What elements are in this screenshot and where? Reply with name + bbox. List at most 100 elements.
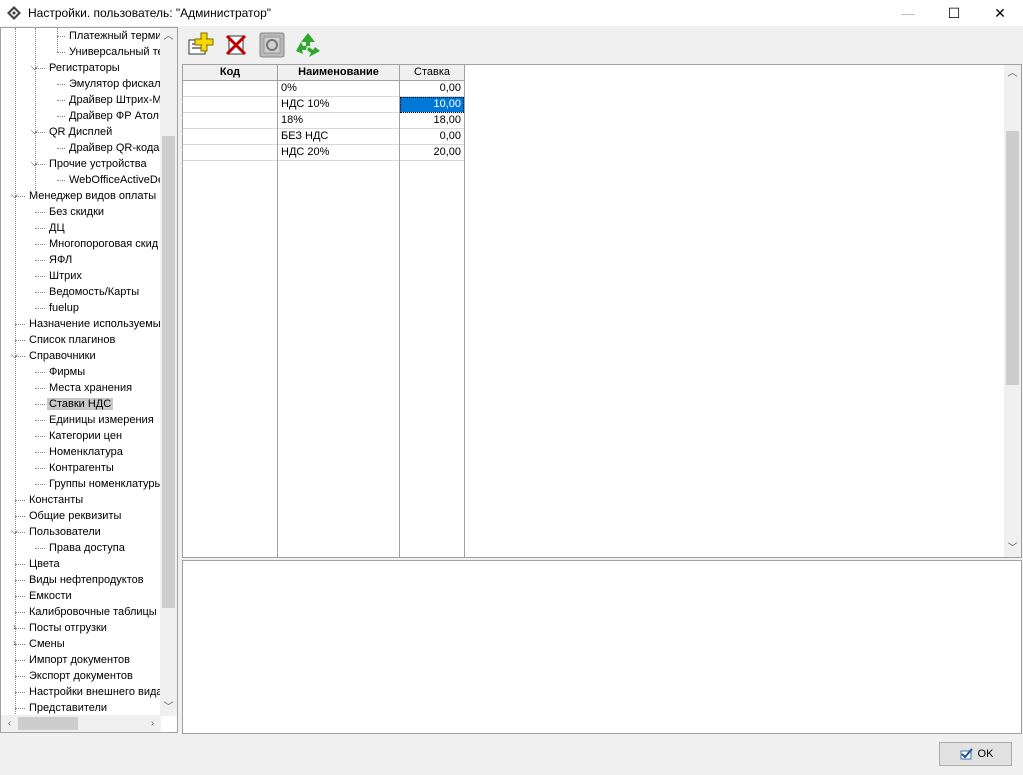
edit-record-button[interactable] <box>254 28 290 62</box>
grid-cell-code[interactable] <box>183 129 277 145</box>
grid-cell-code[interactable] <box>183 113 277 129</box>
column-header[interactable]: Наименование <box>278 65 400 81</box>
scroll-up-icon[interactable]: ︿ <box>160 28 177 45</box>
tree-item[interactable]: Ставки НДС <box>47 396 114 412</box>
tree-item[interactable]: Платежный терми <box>67 28 161 44</box>
tree-item-label: Настройки внешнего вида <box>29 686 161 698</box>
tree-connector <box>57 148 65 149</box>
tree-item[interactable]: fuelup <box>47 300 81 316</box>
tree-item[interactable]: Калибровочные таблицы <box>27 604 159 620</box>
scrollbar-thumb[interactable] <box>18 717 78 730</box>
tree-item-label: Менеджер видов оплаты <box>29 190 157 202</box>
tree-item[interactable]: Места хранения <box>47 380 134 396</box>
tree-item[interactable]: Назначение используемых <box>27 316 161 332</box>
scroll-down-icon[interactable]: ﹀ <box>1004 540 1021 557</box>
tree-vertical-scrollbar[interactable]: ︿ ﹀ <box>160 28 177 716</box>
tree-item[interactable]: Фирмы <box>47 364 87 380</box>
tree-item[interactable]: Драйвер Штрих-М <box>67 92 161 108</box>
tree-item[interactable]: Емкости <box>27 588 74 604</box>
tree-item[interactable]: Экспорт документов <box>27 668 135 684</box>
tree-item[interactable]: Посты отгрузки <box>27 620 109 636</box>
grid-cell-rate[interactable]: 0,00 <box>400 129 464 145</box>
tree-item[interactable]: Справочники <box>27 348 98 364</box>
tree-item[interactable]: Права доступа <box>47 540 127 556</box>
tree-item[interactable]: Прочие устройства <box>47 156 149 172</box>
scroll-right-icon[interactable]: › <box>144 715 161 732</box>
grid-cell-name[interactable]: НДС 10% <box>278 97 399 113</box>
tree-connector <box>35 292 45 293</box>
tree-item[interactable]: Контрагенты <box>47 460 116 476</box>
scrollbar-thumb[interactable] <box>1006 131 1019 385</box>
tree-item[interactable]: Без скидки <box>47 204 106 220</box>
tree-item[interactable]: Драйвер QR-кода <box>67 140 161 156</box>
tree-item[interactable]: Номенклатура <box>47 444 125 460</box>
delete-record-button[interactable] <box>218 28 254 62</box>
ok-button[interactable]: OK <box>939 742 1012 766</box>
tree-horizontal-scrollbar[interactable]: ‹ › <box>1 715 161 732</box>
add-record-button[interactable] <box>182 28 218 62</box>
tree-item[interactable]: Константы <box>27 492 85 508</box>
tree-item-label: Права доступа <box>49 542 125 554</box>
maximize-button[interactable]: ☐ <box>931 0 977 26</box>
tree-item[interactable]: Импорт документов <box>27 652 132 668</box>
tree-item[interactable]: Список плагинов <box>27 332 117 348</box>
grid-vertical-scrollbar[interactable]: ︿ ﹀ <box>1004 65 1021 557</box>
tree-item[interactable]: Категории цен <box>47 428 124 444</box>
grid-cell-rate[interactable]: 10,00 <box>400 97 464 113</box>
tree-item[interactable]: QR Дисплей <box>47 124 114 140</box>
tree-item[interactable]: Представители <box>27 700 109 716</box>
tree-connector <box>15 28 16 716</box>
vat-rates-grid[interactable]: ︿ ﹀ Код Наименование Ставка 0% 0,00 НДС 10% 10… <box>182 64 1022 558</box>
scroll-left-icon[interactable]: ‹ <box>1 715 18 732</box>
grid-cell-code[interactable] <box>183 81 277 97</box>
tree-item[interactable]: Эмулятор фискаль <box>67 76 161 92</box>
tree-item[interactable]: Регистраторы <box>47 60 122 76</box>
tree-item[interactable]: Менеджер видов оплаты <box>27 188 158 204</box>
tree-item[interactable]: Штрих <box>47 268 84 284</box>
tree-item[interactable]: Цвета <box>27 556 62 572</box>
grid-cell-rate[interactable]: 18,00 <box>400 113 464 129</box>
column-header[interactable]: Ставка <box>400 65 465 81</box>
tree-item-label: fuelup <box>49 302 79 314</box>
grid-cell-code[interactable] <box>183 145 277 161</box>
tree-item[interactable]: Драйвер ФР Атол <box>67 108 161 124</box>
tree-connector <box>35 436 45 437</box>
tree-item[interactable]: Пользователи <box>27 524 103 540</box>
tree-item[interactable]: Настройки внешнего вида <box>27 684 161 700</box>
tree-item-label: Константы <box>29 494 84 506</box>
tree-item[interactable]: WebOfficeActiveDe <box>67 172 161 188</box>
tree-item[interactable]: Ведомость/Карты <box>47 284 141 300</box>
scroll-down-icon[interactable]: ﹀ <box>160 699 177 716</box>
tree-item[interactable]: Многопороговая скид <box>47 236 160 252</box>
tree-item[interactable]: Группы номенклатуры <box>47 476 161 492</box>
tree-item[interactable]: Единицы измерения <box>47 412 156 428</box>
grid-cell-code[interactable] <box>183 97 277 113</box>
grid-cell-name[interactable]: НДС 20% <box>278 145 399 161</box>
tree-connector <box>15 676 25 677</box>
tree-connector <box>15 564 25 565</box>
tree-connector <box>35 244 45 245</box>
close-icon: ✕ <box>994 4 1006 21</box>
settings-tree[interactable]: Платежный терми Универсальный те Регистрат… <box>0 27 178 733</box>
tree-item[interactable]: Виды нефтепродуктов <box>27 572 146 588</box>
tree-connector <box>35 484 45 485</box>
tree-item[interactable]: ДЦ <box>47 220 67 236</box>
tree-item[interactable]: ЯФЛ <box>47 252 74 268</box>
detail-panel <box>182 560 1022 734</box>
grid-cell-name[interactable]: 0% <box>278 81 399 97</box>
refresh-button[interactable] <box>290 28 326 62</box>
scroll-up-icon[interactable]: ︿ <box>1004 65 1021 82</box>
tree-connector <box>15 580 25 581</box>
grid-cell-name[interactable]: 18% <box>278 113 399 129</box>
grid-cell-name[interactable]: БЕЗ НДС <box>278 129 399 145</box>
column-header[interactable]: Код <box>183 65 278 81</box>
tree-item[interactable]: Универсальный те <box>67 44 161 60</box>
scrollbar-thumb[interactable] <box>162 136 175 608</box>
tree-item-label: Посты отгрузки <box>29 622 107 634</box>
close-button[interactable]: ✕ <box>977 0 1023 26</box>
minimize-button[interactable]: — <box>885 0 931 26</box>
grid-cell-rate[interactable]: 20,00 <box>400 145 464 161</box>
grid-cell-rate[interactable]: 0,00 <box>400 81 464 97</box>
tree-item[interactable]: Смены <box>27 636 67 652</box>
tree-item[interactable]: Общие реквизиты <box>27 508 123 524</box>
